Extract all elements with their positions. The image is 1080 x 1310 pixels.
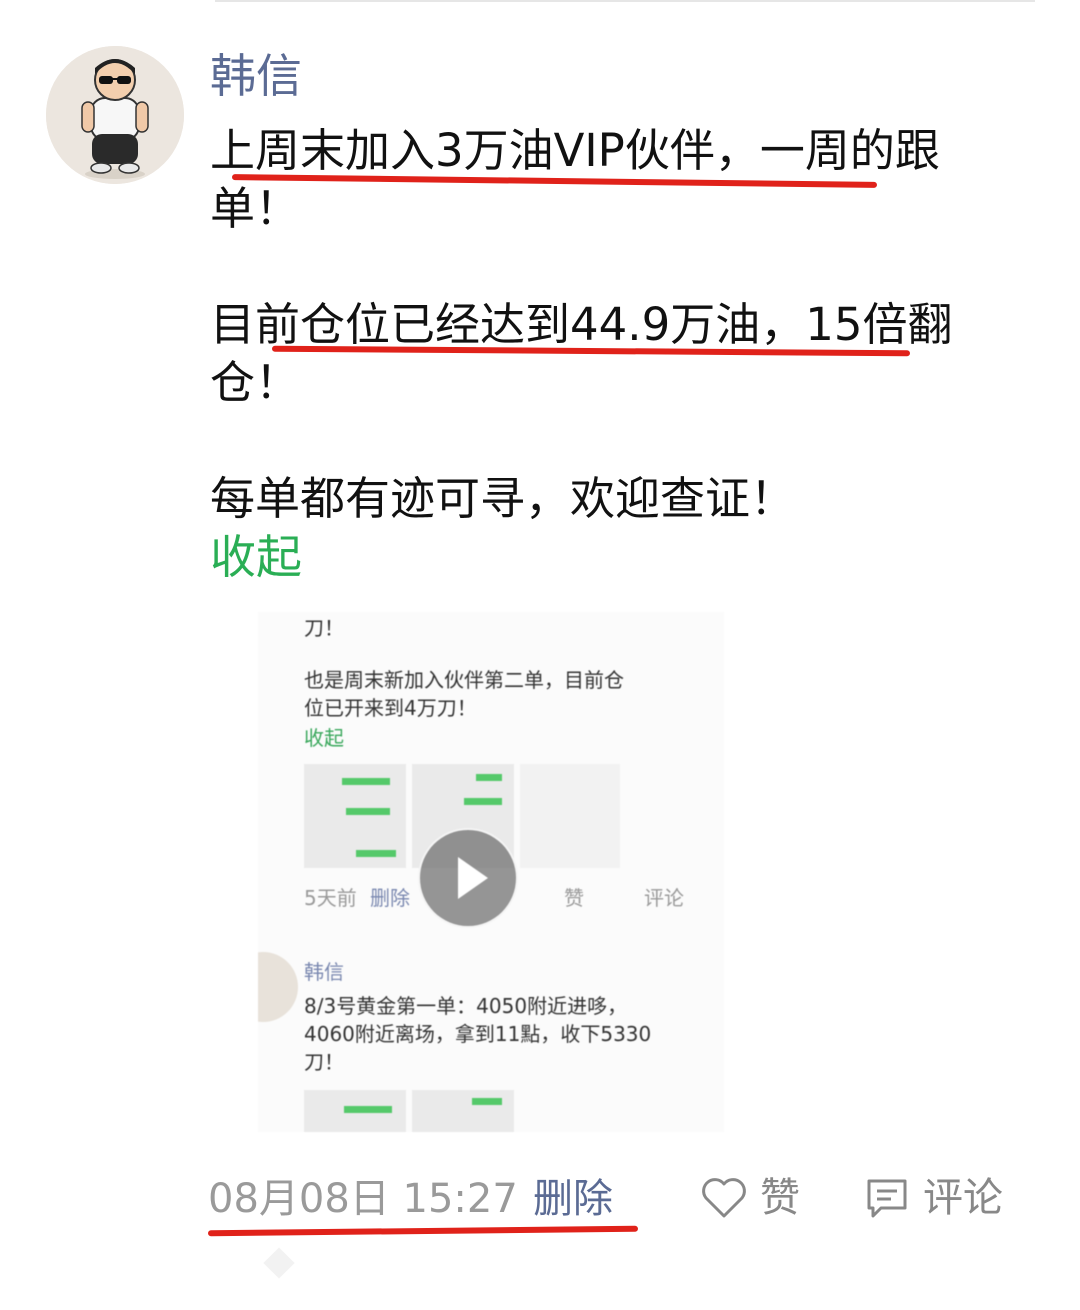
video-thumbnail[interactable]: 刀！ 也是周末新加入伙伴第二单，目前仓 位已开来到4万刀！ 收起 5天前 删除 …: [258, 612, 724, 1132]
vt-green-bar: [476, 774, 502, 781]
vt-username: 韩信: [304, 960, 344, 984]
avatar[interactable]: [46, 46, 184, 184]
heart-icon: [702, 1178, 746, 1218]
vt-collapse: 收起: [304, 726, 344, 750]
like-button[interactable]: 赞: [700, 1170, 800, 1226]
like-label: 赞: [760, 1175, 800, 1221]
vt-line-top: 刀！: [304, 616, 344, 640]
vt-text-2: 位已开来到4万刀！: [304, 696, 477, 720]
vt-avatar: [258, 952, 298, 1022]
vt-text-3: 8/3号黄金第一单：4050附近进哆，: [304, 994, 628, 1018]
vt-like: 赞: [564, 886, 584, 910]
vt-text-4: 4060附近离场，拿到11點，收下5330: [304, 1022, 652, 1046]
vt-comment: 评论: [644, 886, 684, 910]
vt-green-bar: [472, 1098, 502, 1105]
vt-delete: 删除: [370, 886, 410, 910]
vt-green-bar: [342, 778, 390, 785]
avatar-illustration: [46, 46, 184, 184]
vt-time: 5天前: [304, 886, 357, 910]
vt-image-3: [520, 764, 620, 868]
comment-label: 评论: [923, 1175, 1003, 1221]
vt-green-bar: [346, 808, 390, 815]
vt-green-bar: [356, 850, 396, 857]
comment-button[interactable]: 评论: [865, 1170, 1003, 1226]
post-paragraph-3: 每单都有迹可寻，欢迎查证！: [210, 472, 796, 525]
collapse-link[interactable]: 收起: [210, 528, 302, 586]
post-username[interactable]: 韩信: [210, 48, 302, 104]
play-icon[interactable]: [418, 828, 518, 928]
post-timestamp: 08月08日 15:27: [208, 1176, 518, 1222]
vt-green-bar: [464, 798, 502, 805]
vt-image-5: [412, 1090, 514, 1132]
vt-green-bar: [344, 1106, 392, 1113]
post-footer: 08月08日 15:27 删除 赞 评论: [0, 1168, 1080, 1228]
vt-text-1: 也是周末新加入伙伴第二单，目前仓: [304, 668, 624, 692]
vt-text-5: 刀！: [304, 1050, 344, 1074]
comment-pointer: [263, 1247, 295, 1279]
comment-icon: [867, 1179, 907, 1218]
top-divider: [215, 0, 1035, 2]
delete-button[interactable]: 删除: [533, 1174, 613, 1224]
